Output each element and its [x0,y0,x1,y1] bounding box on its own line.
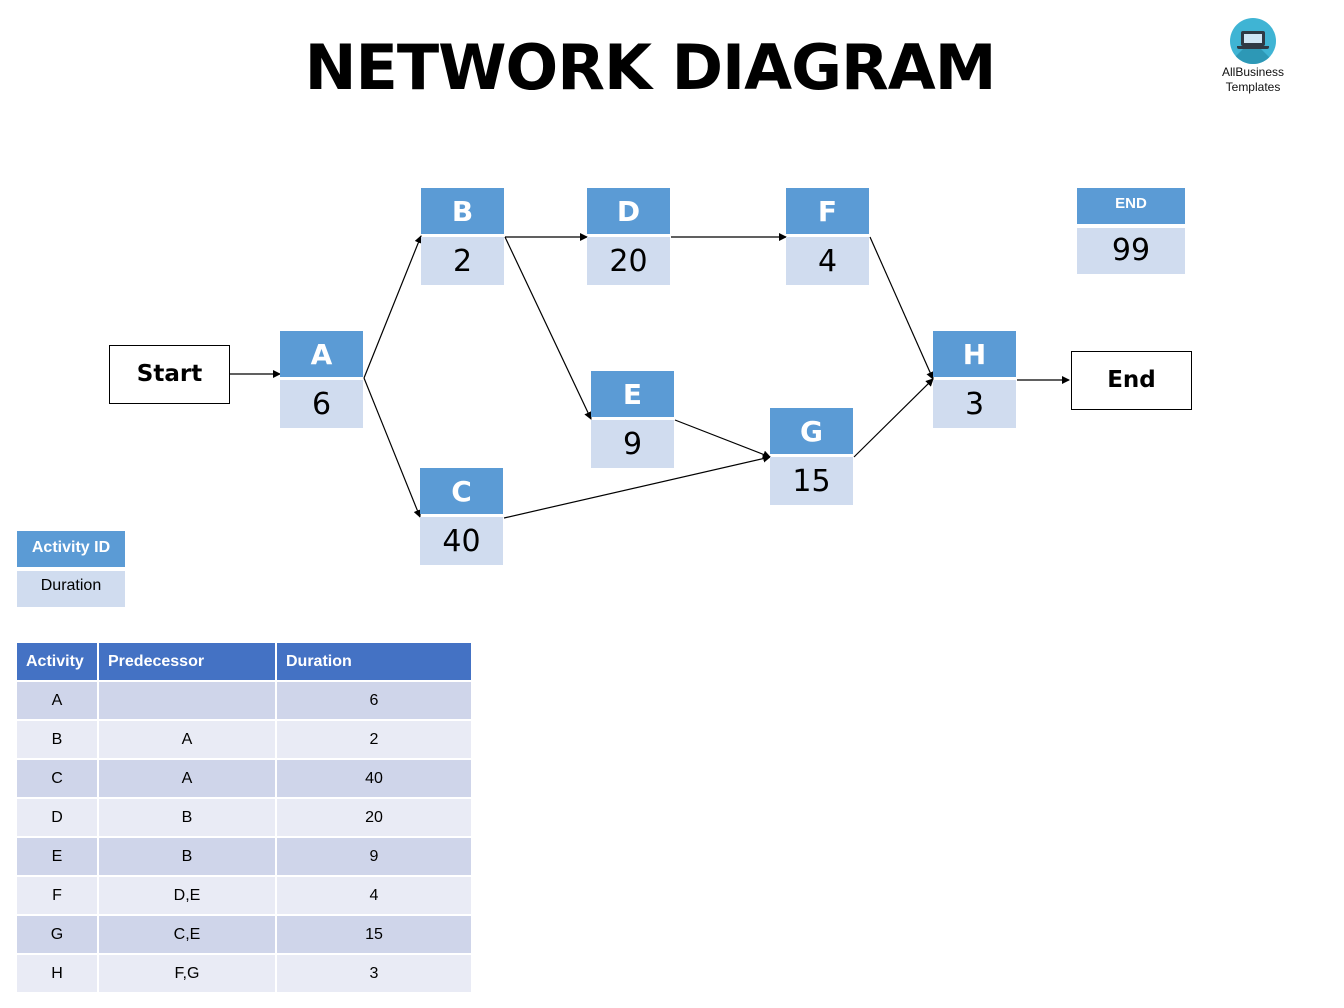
activity-duration: 20 [587,237,670,285]
end-node[interactable]: End [1071,351,1192,410]
table-row: A 6 [17,681,473,721]
cell-duration: 2 [276,720,473,760]
cell-predecessor: F,G [98,954,277,994]
cell-predecessor: A [98,759,277,799]
end-summary-value: 99 [1077,228,1185,274]
activity-duration: 6 [280,380,363,428]
node-legend: Activity ID Duration [17,531,125,607]
activity-duration: 15 [770,457,853,505]
cell-activity: G [17,915,99,955]
column-header-duration: Duration [276,643,473,682]
cell-activity: A [17,681,99,721]
end-summary-label: END [1077,188,1185,224]
edge-f-to-h [869,236,934,380]
activity-node-e[interactable]: E 9 [591,371,674,468]
cell-duration: 15 [276,915,473,955]
table-row: H F,G 3 [17,954,473,994]
cell-duration: 20 [276,798,473,838]
end-summary-box: END 99 [1077,188,1185,274]
activity-id: B [421,188,504,234]
edge-a-to-c [363,377,422,518]
cell-predecessor: B [98,837,277,877]
activity-duration: 40 [420,517,503,565]
legend-body: Duration [17,571,125,607]
cell-activity: H [17,954,99,994]
column-header-activity: Activity [17,643,99,682]
edge-e-to-g [674,419,771,459]
edge-b-to-e [504,236,592,420]
activity-node-h[interactable]: H 3 [933,331,1016,428]
cell-duration: 4 [276,876,473,916]
activity-duration: 3 [933,380,1016,428]
cell-activity: C [17,759,99,799]
table-row: B A 2 [17,720,473,760]
activity-duration: 4 [786,237,869,285]
activity-id: G [770,408,853,454]
activity-table: Activity Predecessor Duration A 6 B A 2 … [17,643,473,994]
activity-node-a[interactable]: A 6 [280,331,363,428]
cell-duration: 40 [276,759,473,799]
activity-node-b[interactable]: B 2 [421,188,504,285]
activity-duration: 2 [421,237,504,285]
table-row: E B 9 [17,837,473,877]
activity-node-d[interactable]: D 20 [587,188,670,285]
cell-predecessor: A [98,720,277,760]
cell-duration: 9 [276,837,473,877]
cell-predecessor: D,E [98,876,277,916]
cell-activity: D [17,798,99,838]
activity-id: A [280,331,363,377]
edge-g-to-h [853,378,934,458]
cell-activity: B [17,720,99,760]
table-row: C A 40 [17,759,473,799]
legend-header: Activity ID [17,531,125,567]
table-row: D B 20 [17,798,473,838]
start-node[interactable]: Start [109,345,230,404]
cell-predecessor: B [98,798,277,838]
activity-node-f[interactable]: F 4 [786,188,869,285]
cell-activity: E [17,837,99,877]
cell-duration: 6 [276,681,473,721]
table-row: F D,E 4 [17,876,473,916]
table-row: G C,E 15 [17,915,473,955]
activity-duration: 9 [591,420,674,468]
cell-predecessor: C,E [98,915,277,955]
activity-id: H [933,331,1016,377]
column-header-predecessor: Predecessor [98,643,277,682]
activity-id: F [786,188,869,234]
cell-activity: F [17,876,99,916]
activity-id: C [420,468,503,514]
activity-node-g[interactable]: G 15 [770,408,853,505]
cell-predecessor [98,681,277,721]
activity-id: E [591,371,674,417]
cell-duration: 3 [276,954,473,994]
table-header-row: Activity Predecessor Duration [17,643,473,682]
activity-id: D [587,188,670,234]
activity-node-c[interactable]: C 40 [420,468,503,565]
edge-a-to-b [363,235,423,379]
